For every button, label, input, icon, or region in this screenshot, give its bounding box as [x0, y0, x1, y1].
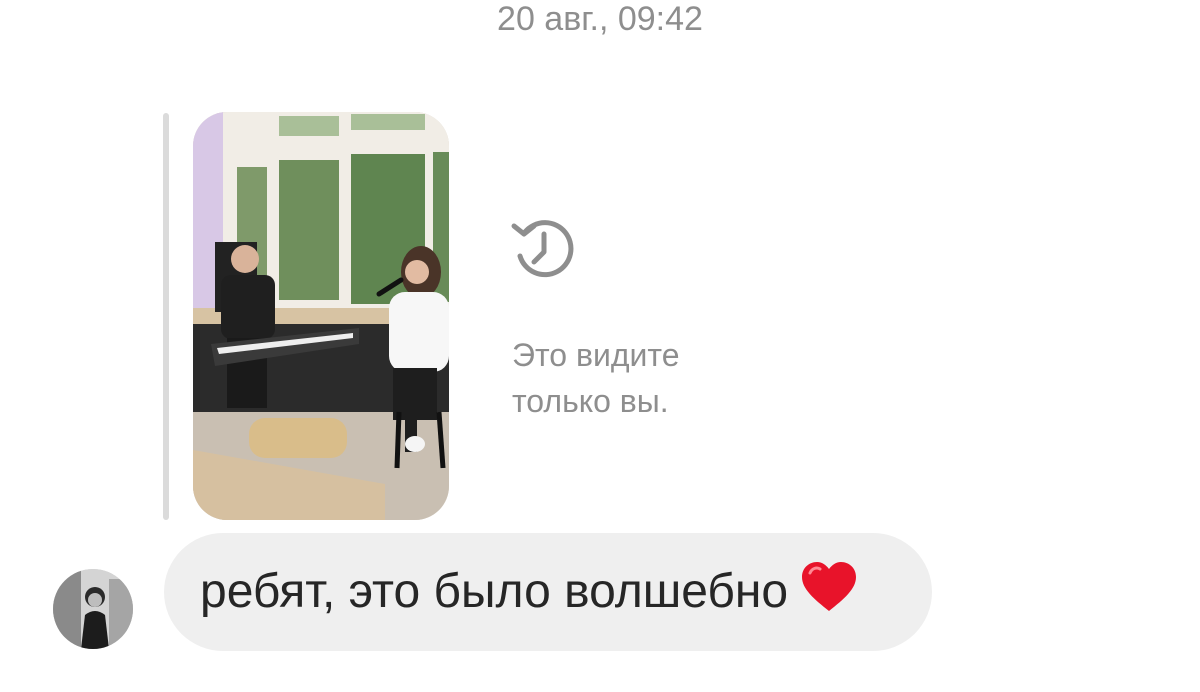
message-text: ребят, это было волшебно: [200, 565, 789, 618]
red-heart-icon: [802, 562, 857, 611]
message-text-row: ребят, это было волшебно: [200, 560, 858, 624]
story-unavailable-text: Это видите только вы.: [512, 332, 812, 424]
story-thumbnail[interactable]: [193, 112, 449, 520]
story-unavailable-line-2: только вы.: [512, 383, 669, 419]
history-icon: [511, 220, 574, 278]
story-reply-indicator: [163, 113, 169, 520]
message-timestamp: 20 авг., 09:42: [497, 0, 703, 38]
story-photo: [193, 112, 449, 520]
story-unavailable-line-1: Это видите: [512, 337, 680, 373]
avatar-photo: [53, 569, 133, 649]
sender-avatar[interactable]: [53, 569, 133, 649]
